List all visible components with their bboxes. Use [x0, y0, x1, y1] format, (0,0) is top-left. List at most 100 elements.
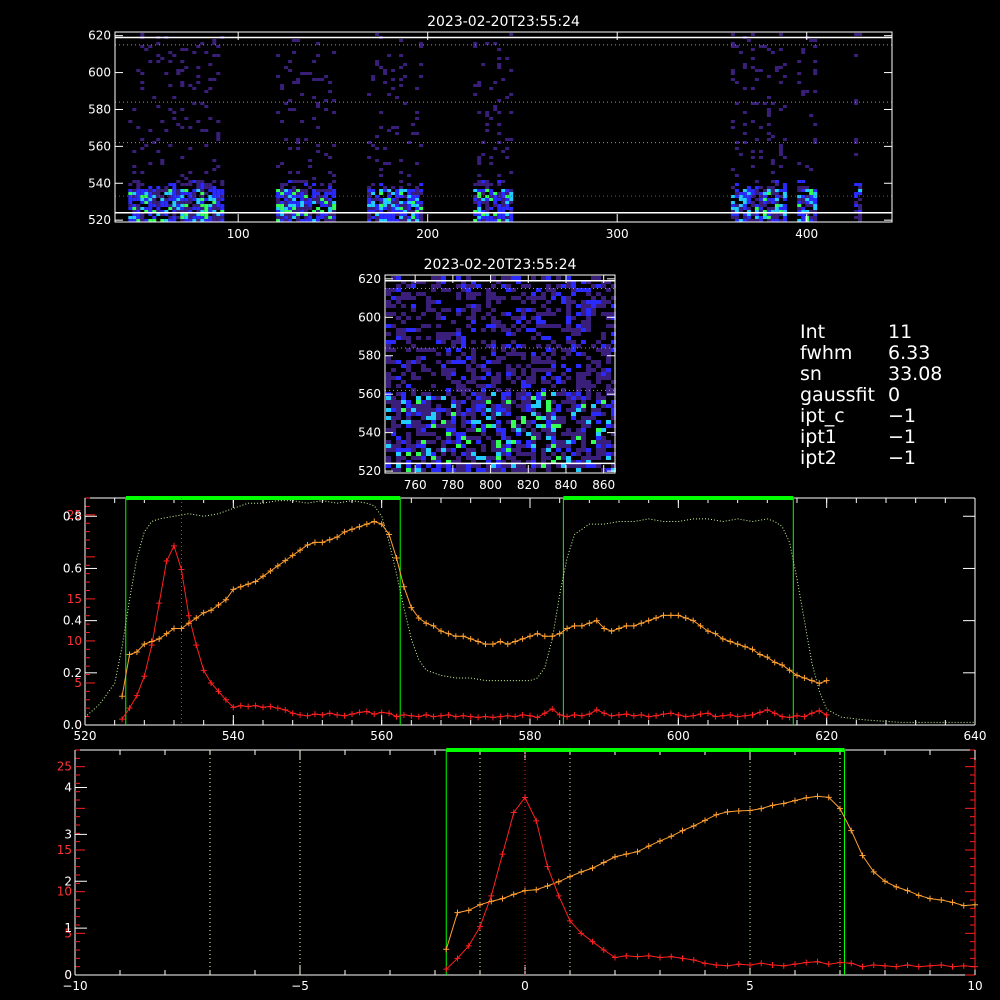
- line-profile-point: [423, 711, 430, 718]
- intensity-profile-line: [445, 795, 976, 950]
- heatmap-cell: [506, 288, 511, 292]
- heatmap-cell: [144, 207, 149, 210]
- heatmap-cell: [730, 78, 735, 81]
- heatmap-cell: [466, 448, 471, 452]
- heatmap-cell: [401, 372, 406, 376]
- heatmap-cell: [738, 192, 743, 195]
- heatmap-cell: [485, 216, 490, 219]
- heatmap-cell: [591, 284, 596, 288]
- heatmap-cell: [576, 464, 581, 468]
- heatmap-cell: [379, 192, 384, 195]
- chart-title: 2023-02-20T23:55:24: [427, 14, 580, 30]
- heatmap-cell: [375, 135, 380, 138]
- intensity-point: [735, 807, 742, 814]
- heatmap-cell: [561, 444, 566, 448]
- heatmap-cell: [596, 400, 601, 404]
- heatmap-cell: [386, 288, 391, 292]
- heatmap-cell: [466, 436, 471, 440]
- heatmap-cell: [581, 416, 586, 420]
- heatmap-cell: [471, 292, 476, 296]
- heatmap-cell: [140, 147, 145, 150]
- heatmap-cell: [471, 312, 476, 316]
- heatmap-cell: [493, 192, 498, 195]
- heatmap-cell: [486, 324, 491, 328]
- heatmap-cell: [451, 420, 456, 424]
- heatmap-cell: [379, 126, 384, 129]
- heatmap-cell: [606, 368, 611, 372]
- heatmap-cell: [411, 412, 416, 416]
- heatmap-cell: [586, 324, 591, 328]
- line-profile-point: [504, 712, 511, 719]
- heatmap-cell: [328, 90, 333, 93]
- heatmap-cell: [471, 436, 476, 440]
- heatmap-cell: [401, 420, 406, 424]
- intensity-point: [311, 539, 318, 546]
- heatmap-cell: [411, 216, 416, 219]
- heatmap-cell: [421, 312, 426, 316]
- heatmap-cell: [276, 207, 281, 210]
- heatmap-cell: [596, 440, 601, 444]
- heatmap-cell: [426, 424, 431, 428]
- x-tick-label: 600: [667, 729, 690, 743]
- line-profile-point: [803, 959, 810, 966]
- heatmap-cell: [391, 396, 396, 400]
- heatmap-cell: [854, 33, 859, 36]
- heatmap-cell: [496, 324, 501, 328]
- heatmap-cell: [212, 216, 217, 219]
- heatmap-cell: [536, 404, 541, 408]
- heatmap-cell: [476, 284, 481, 288]
- heatmap-cell: [446, 440, 451, 444]
- heatmap-cell: [461, 432, 466, 436]
- heatmap-cell: [551, 384, 556, 388]
- heatmap-cell: [416, 440, 421, 444]
- heatmap-cell: [367, 216, 372, 219]
- heatmap-cell: [497, 66, 502, 69]
- heatmap-cell: [766, 114, 771, 117]
- heatmap-cell: [164, 129, 169, 132]
- heatmap-cell: [406, 328, 411, 332]
- heatmap-cell: [446, 412, 451, 416]
- heatmap-cell: [164, 189, 169, 192]
- heatmap-cell: [516, 428, 521, 432]
- heatmap-cell: [446, 360, 451, 364]
- heatmap-cell: [601, 396, 606, 400]
- heatmap-cell: [132, 180, 137, 183]
- intensity-point: [443, 946, 450, 953]
- heatmap-cell: [531, 316, 536, 320]
- heatmap-cell: [192, 216, 197, 219]
- heatmap-cell: [486, 400, 491, 404]
- heatmap-cell: [854, 102, 859, 105]
- heatmap-cell: [742, 189, 747, 192]
- heatmap-cell: [391, 444, 396, 448]
- heatmap-cell: [509, 111, 514, 114]
- intensity-point: [638, 620, 645, 627]
- heatmap-cell: [477, 198, 482, 201]
- heatmap-cell: [466, 468, 471, 472]
- heatmap-cell: [406, 412, 411, 416]
- heatmap-cell: [546, 300, 551, 304]
- heatmap-cell: [506, 312, 511, 316]
- heatmap-cell: [750, 57, 755, 60]
- heatmap-cell: [446, 336, 451, 340]
- heatmap-cell: [566, 408, 571, 412]
- heatmap-cell: [591, 384, 596, 388]
- heatmap-cell: [416, 456, 421, 460]
- heatmap-cell: [576, 312, 581, 316]
- heatmap-cell: [766, 198, 771, 201]
- x-tick-label: 540: [222, 729, 245, 743]
- heatmap-cell: [212, 204, 217, 207]
- intensity-point: [645, 617, 652, 624]
- heatmap-cell: [581, 404, 586, 408]
- heatmap-cell: [188, 171, 193, 174]
- heatmap-cell: [411, 344, 416, 348]
- heatmap-cell: [196, 207, 201, 210]
- heatmap-cell: [485, 183, 490, 186]
- heatmap-cell: [456, 464, 461, 468]
- heatmap-cell: [172, 183, 177, 186]
- heatmap-cell: [312, 117, 317, 120]
- heatmap-cell: [805, 90, 810, 93]
- heatmap-cell: [606, 376, 611, 380]
- heatmap-cell: [180, 156, 185, 159]
- heatmap-cell: [471, 452, 476, 456]
- heatmap-cell: [396, 444, 401, 448]
